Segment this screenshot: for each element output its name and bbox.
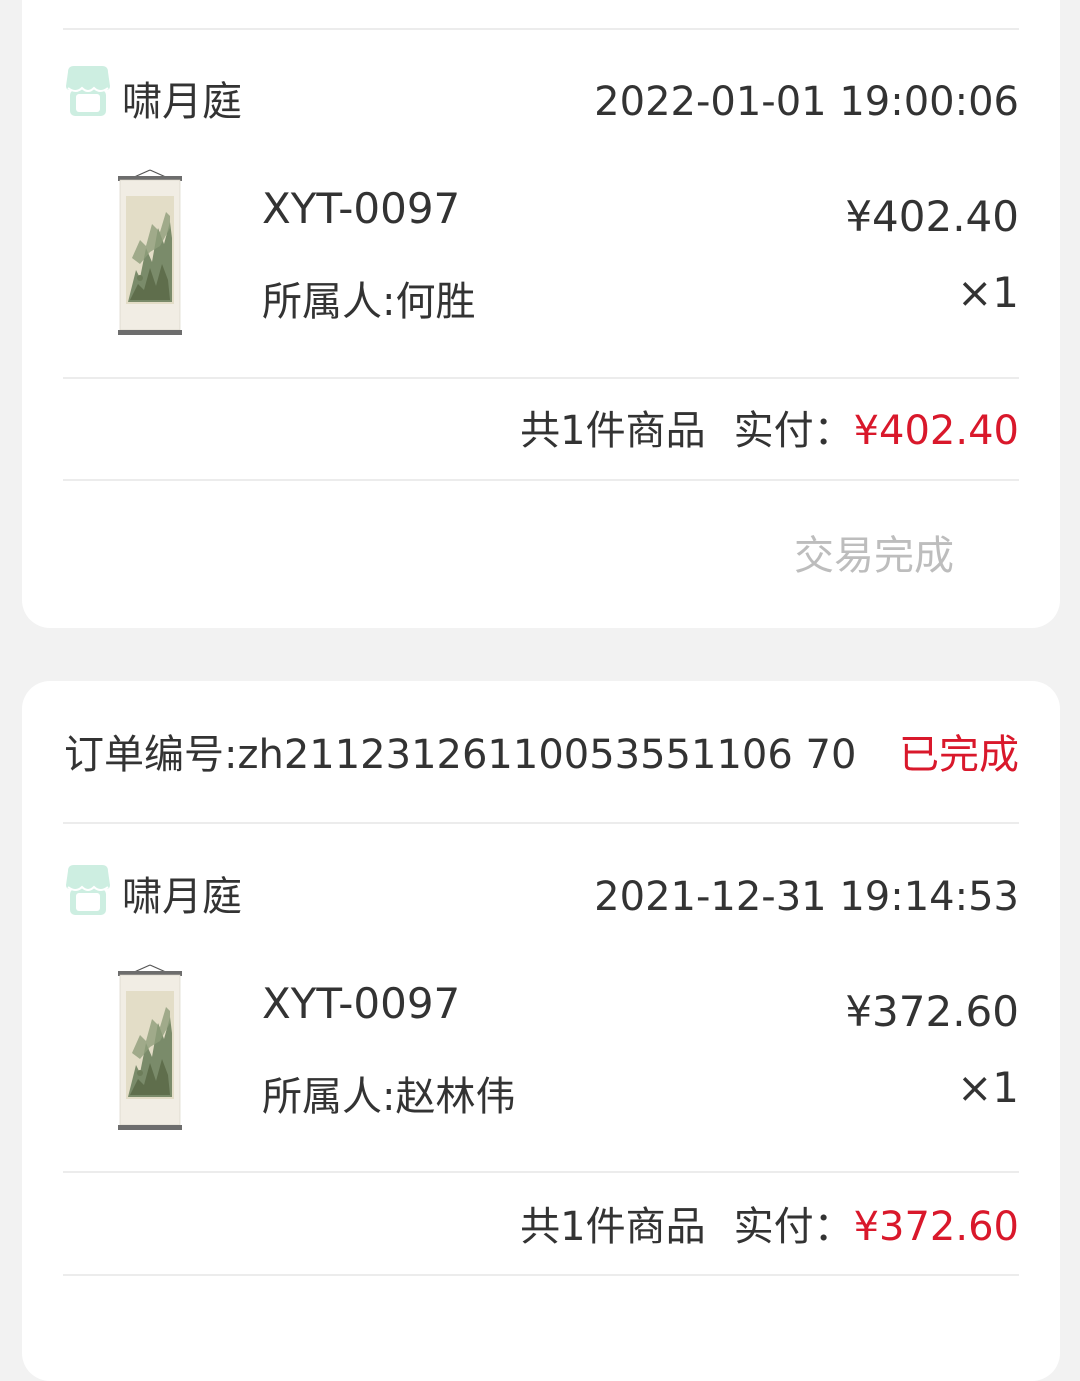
order-time: 2022-01-01 19:00:06 (594, 79, 1019, 125)
divider (63, 1274, 1019, 1276)
product-name[interactable]: XYT-0097 (262, 983, 460, 1025)
unit-price: ¥372.60 (845, 987, 1019, 1036)
product-name[interactable]: XYT-0097 (262, 188, 460, 230)
divider (63, 1171, 1019, 1173)
product-thumbnail[interactable] (110, 963, 190, 1133)
item-count: 共1件商品 (520, 1204, 706, 1250)
divider (63, 822, 1019, 824)
divider (63, 479, 1019, 481)
divider (63, 377, 1019, 379)
product-owner: 所属人:赵林伟 (262, 1074, 516, 1120)
unit-price: ¥402.40 (845, 192, 1019, 241)
paid-label: 实付： (733, 408, 854, 454)
divider (63, 28, 1019, 30)
order-time: 2021-12-31 19:14:53 (594, 874, 1019, 920)
product-thumbnail[interactable] (110, 168, 190, 338)
order-status: 已完成 (899, 732, 1019, 778)
order-summary: 共1件商品 实付：¥372.60 (520, 1207, 1019, 1247)
shop-name[interactable]: 啸月庭 (122, 877, 242, 917)
total-paid: ¥372.60 (853, 1204, 1019, 1250)
order-number: 订单编号:zh21123126110053551106 70 (64, 732, 857, 778)
paid-label: 实付： (733, 1204, 854, 1250)
shop-name[interactable]: 啸月庭 (122, 82, 242, 122)
quantity: ×1 (957, 1063, 1019, 1112)
trade-status: 交易完成 (794, 533, 954, 579)
item-count: 共1件商品 (520, 408, 706, 454)
shop-icon (66, 865, 110, 915)
order-card[interactable]: 订单编号:zh21123126110053551106 70 已完成 啸月庭 2… (22, 681, 1060, 1381)
order-summary: 共1件商品 实付：¥402.40 (520, 411, 1019, 451)
quantity: ×1 (957, 268, 1019, 317)
product-owner: 所属人:何胜 (262, 279, 476, 325)
total-paid: ¥402.40 (853, 408, 1019, 454)
order-card[interactable]: 啸月庭 2022-01-01 19:00:06 XYT-0097 所属人:何胜 … (22, 0, 1060, 628)
shop-icon (66, 66, 110, 116)
